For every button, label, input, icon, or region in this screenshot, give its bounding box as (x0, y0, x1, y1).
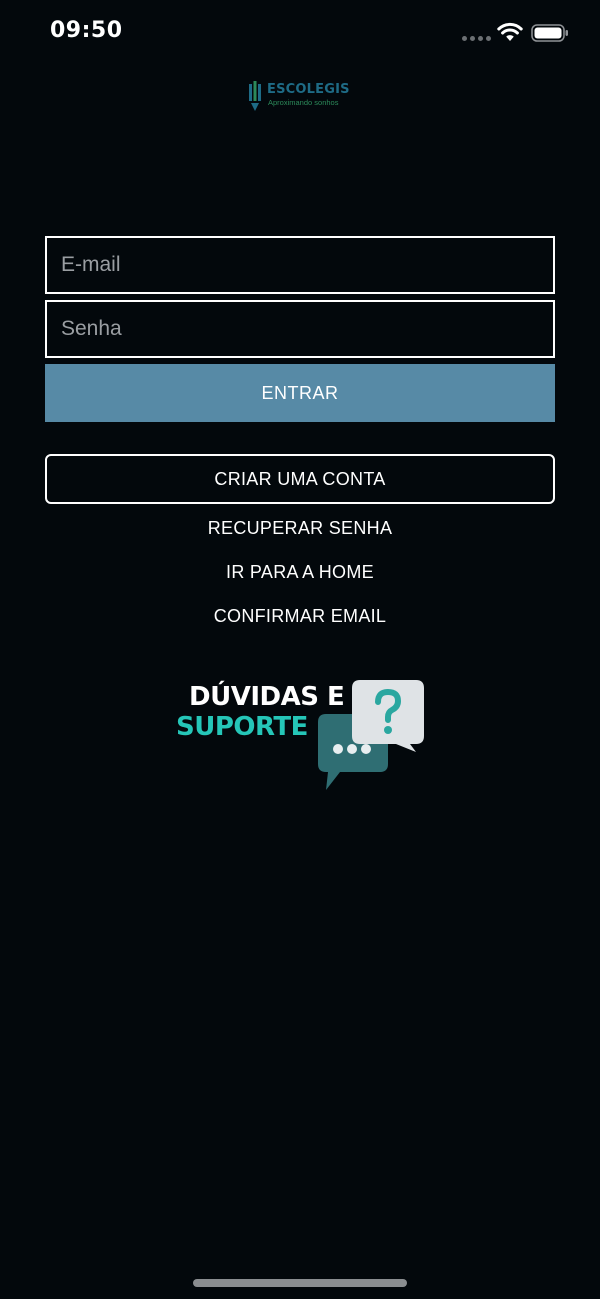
recover-password-link[interactable]: RECUPERAR SENHA (0, 518, 600, 539)
wifi-icon (497, 22, 523, 41)
logo-name: ESCOLEGIS (267, 82, 350, 97)
home-indicator[interactable] (193, 1279, 407, 1287)
email-input[interactable] (47, 238, 553, 292)
create-account-button[interactable]: CRIAR UMA CONTA (45, 454, 555, 504)
status-time: 09:50 (50, 18, 123, 43)
logo-tagline: Aproximando sonhos (268, 98, 339, 107)
support-banner[interactable]: DÚVIDAS E SUPORTE (170, 670, 430, 795)
password-field[interactable] (45, 300, 555, 358)
go-home-link[interactable]: IR PARA A HOME (0, 562, 600, 583)
password-input[interactable] (47, 302, 553, 356)
support-bubbles-icon (318, 680, 424, 790)
signal-dots-icon (462, 36, 491, 41)
logo-mark-icon (249, 81, 261, 111)
status-bar: 09:50 (0, 0, 600, 66)
confirm-email-link[interactable]: CONFIRMAR EMAIL (0, 606, 600, 627)
login-button[interactable]: ENTRAR (45, 364, 555, 422)
support-title-line2: SUPORTE (176, 712, 308, 742)
app-logo: ESCOLEGIS Aproximando sonhos (247, 80, 357, 112)
question-bubble-icon (352, 680, 424, 752)
email-field[interactable] (45, 236, 555, 294)
battery-icon (531, 24, 568, 42)
